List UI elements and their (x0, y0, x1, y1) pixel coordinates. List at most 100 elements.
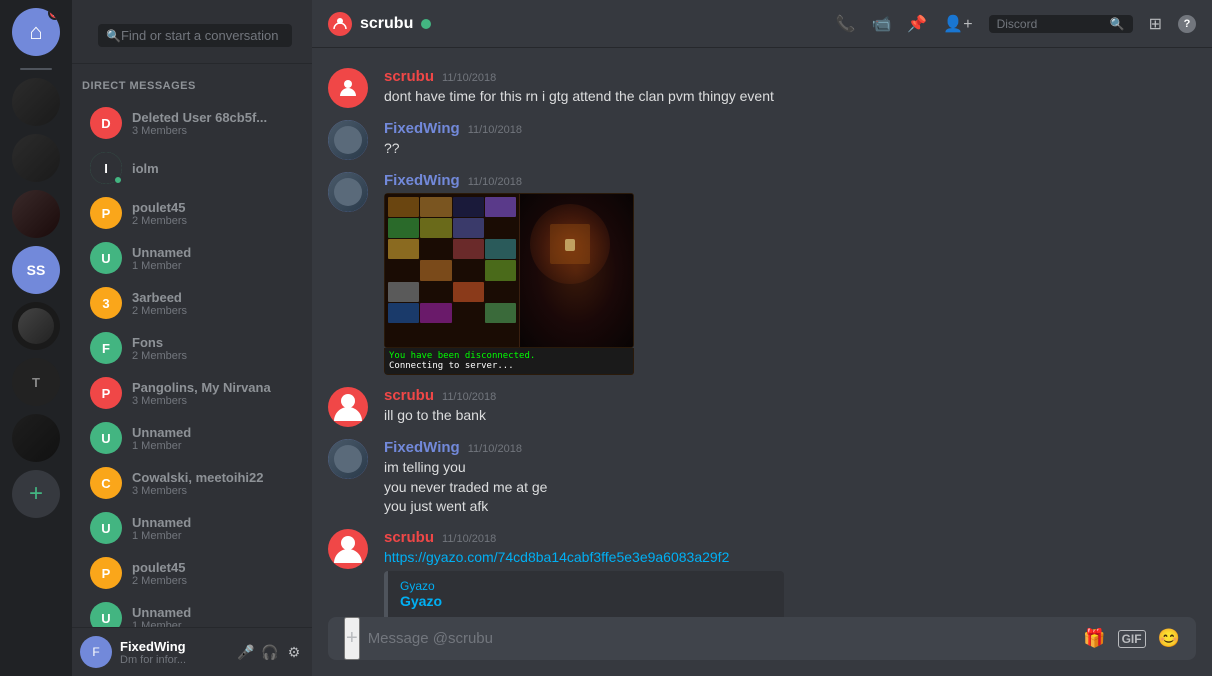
chat-header-user: scrubu (328, 12, 431, 36)
msg-header-5: FixedWing 11/10/2018 (384, 439, 1196, 456)
dm-list: D Deleted User 68cb5f... 3 Members I iol… (72, 96, 312, 627)
msg-content-5: FixedWing 11/10/2018 im telling you you … (384, 439, 1196, 517)
emoji-button[interactable]: 😊 (1158, 628, 1180, 649)
layout-icon[interactable]: ⊞ (1149, 14, 1162, 34)
status-online-iolm (113, 175, 123, 185)
dm-item-iolm[interactable]: I iolm (80, 146, 304, 190)
dm-item-deleted-user[interactable]: D Deleted User 68cb5f... 3 Members (80, 101, 304, 145)
dm-item-poulet45-1[interactable]: P poulet45 2 Members (80, 191, 304, 235)
msg-content-1: scrubu 11/10/2018 dont have time for thi… (384, 68, 1196, 108)
msg-author-scrubu-3: scrubu (384, 529, 434, 546)
online-status-dot (421, 19, 431, 29)
msg-timestamp-6: 11/10/2018 (442, 533, 496, 545)
server-icon-2[interactable] (12, 134, 60, 182)
dm-avatar-pangolins: P (90, 377, 122, 409)
msg-avatar-fixedwing-2 (328, 172, 368, 212)
dm-item-poulet45-2[interactable]: P poulet45 2 Members (80, 551, 304, 595)
notification-badge: 1 (48, 8, 60, 20)
input-actions: 🎁 GIF 😊 (1083, 628, 1180, 649)
gyazo-link[interactable]: https://gyazo.com/74cd8ba14cabf3ffe5e3e9… (384, 549, 729, 565)
add-server-button[interactable]: + (12, 470, 60, 518)
msg-avatar-scrubu-1 (328, 68, 368, 108)
msg-text-5a: im telling you (384, 458, 1196, 478)
search-icon: 🔍 (106, 29, 121, 43)
embed-site-name: Gyazo (400, 579, 772, 593)
dm-item-unnamed-1[interactable]: U Unnamed 1 Member (80, 236, 304, 280)
link-embed-gyazo: Gyazo Gyazo (384, 571, 784, 617)
user-avatar: F (80, 636, 112, 668)
message-group-3: FixedWing 11/10/2018 (312, 168, 1212, 379)
msg-header-3: FixedWing 11/10/2018 (384, 172, 1196, 189)
dm-item-unnamed-3[interactable]: U Unnamed 1 Member (80, 506, 304, 550)
add-friend-icon[interactable]: 👤+ (943, 14, 972, 34)
dm-avatar-3arbeed: 3 (90, 287, 122, 319)
msg-header-4: scrubu 11/10/2018 (384, 387, 1196, 404)
pin-icon[interactable]: 📌 (907, 14, 927, 34)
dm-avatar-cowalski: C (90, 467, 122, 499)
server-icon-4[interactable]: SS (12, 246, 60, 294)
msg-timestamp-5: 11/10/2018 (468, 443, 522, 455)
msg-timestamp-1: 11/10/2018 (442, 72, 496, 84)
mute-button[interactable]: 🎤 (236, 642, 256, 662)
msg-header-2: FixedWing 11/10/2018 (384, 120, 1196, 137)
dm-item-sub-deleted: 3 Members (132, 125, 267, 137)
add-file-button[interactable]: + (344, 617, 360, 660)
chat-header-actions: 📞 📹 📌 👤+ 🔍 ⊞ ? (836, 14, 1196, 34)
server-icon-7[interactable] (12, 414, 60, 462)
user-panel: F FixedWing Dm for infor... 🎤 🎧 ⚙ (72, 627, 312, 676)
message-group-6: scrubu 11/10/2018 https://gyazo.com/74cd… (312, 525, 1212, 617)
server-icon-5[interactable] (12, 302, 60, 350)
server-icon-6[interactable]: T (12, 358, 60, 406)
msg-timestamp-2: 11/10/2018 (468, 124, 522, 136)
phone-icon[interactable]: 📞 (836, 14, 856, 34)
user-actions: 🎤 🎧 ⚙ (236, 642, 304, 662)
chat-input-box: + 🎁 GIF 😊 (328, 617, 1196, 660)
home-button[interactable]: ⌂ 1 (12, 8, 60, 56)
message-group-5: FixedWing 11/10/2018 im telling you you … (312, 435, 1212, 521)
dm-avatar-unnamed-4: U (90, 602, 122, 627)
dm-item-unnamed-2[interactable]: U Unnamed 1 Member (80, 416, 304, 460)
deafen-button[interactable]: 🎧 (260, 642, 280, 662)
dm-sidebar: 🔍 Find or start a conversation DIRECT ME… (72, 0, 312, 676)
chat-header: scrubu 📞 📹 📌 👤+ 🔍 ⊞ ? (312, 0, 1212, 48)
dm-item-info-deleted: Deleted User 68cb5f... 3 Members (132, 110, 267, 137)
dm-item-unnamed-4[interactable]: U Unnamed 1 Member (80, 596, 304, 627)
msg-avatar-fixedwing-3 (328, 439, 368, 479)
msg-author-scrubu-2: scrubu (384, 387, 434, 404)
msg-author-fixedwing-1: FixedWing (384, 120, 460, 137)
dm-avatar-unnamed-2: U (90, 422, 122, 454)
search-icon: 🔍 (1110, 17, 1125, 31)
msg-author-fixedwing-3: FixedWing (384, 439, 460, 456)
dm-item-cowalski[interactable]: C Cowalski, meetoihi22 3 Members (80, 461, 304, 505)
video-icon[interactable]: 📹 (871, 14, 891, 34)
dm-avatar-fons: F (90, 332, 122, 364)
gif-button[interactable]: GIF (1118, 630, 1146, 648)
dm-item-pangolins[interactable]: P Pangolins, My Nirvana 3 Members (80, 371, 304, 415)
dm-avatar-poulet45-2: P (90, 557, 122, 589)
user-discriminator: Dm for infor... (120, 654, 236, 666)
message-input[interactable] (368, 619, 1075, 658)
msg-timestamp-4: 11/10/2018 (442, 391, 496, 403)
message-group-2: FixedWing 11/10/2018 ?? (312, 116, 1212, 164)
server-icon-1[interactable] (12, 78, 60, 126)
msg-timestamp-3: 11/10/2018 (468, 176, 522, 188)
msg-content-2: FixedWing 11/10/2018 ?? (384, 120, 1196, 160)
chat-search-box[interactable]: 🔍 (989, 15, 1133, 33)
help-icon[interactable]: ? (1178, 15, 1196, 33)
chat-header-avatar (328, 12, 352, 36)
dm-search-input[interactable]: 🔍 Find or start a conversation (98, 24, 292, 47)
dm-item-fons[interactable]: F Fons 2 Members (80, 326, 304, 370)
chat-search-input[interactable] (997, 17, 1106, 31)
dm-search-bar[interactable]: 🔍 Find or start a conversation (72, 0, 312, 64)
settings-button[interactable]: ⚙ (284, 642, 304, 662)
msg-avatar-fixedwing-1 (328, 120, 368, 160)
msg-content-6: scrubu 11/10/2018 https://gyazo.com/74cd… (384, 529, 1196, 617)
server-icon-3[interactable] (12, 190, 60, 238)
user-info: FixedWing Dm for infor... (120, 639, 236, 666)
msg-text-2: ?? (384, 139, 1196, 159)
msg-text-4: ill go to the bank (384, 406, 1196, 426)
username-label: FixedWing (120, 639, 236, 654)
gift-icon[interactable]: 🎁 (1083, 628, 1105, 649)
dm-item-3arbeed[interactable]: 3 3arbeed 2 Members (80, 281, 304, 325)
msg-header-1: scrubu 11/10/2018 (384, 68, 1196, 85)
